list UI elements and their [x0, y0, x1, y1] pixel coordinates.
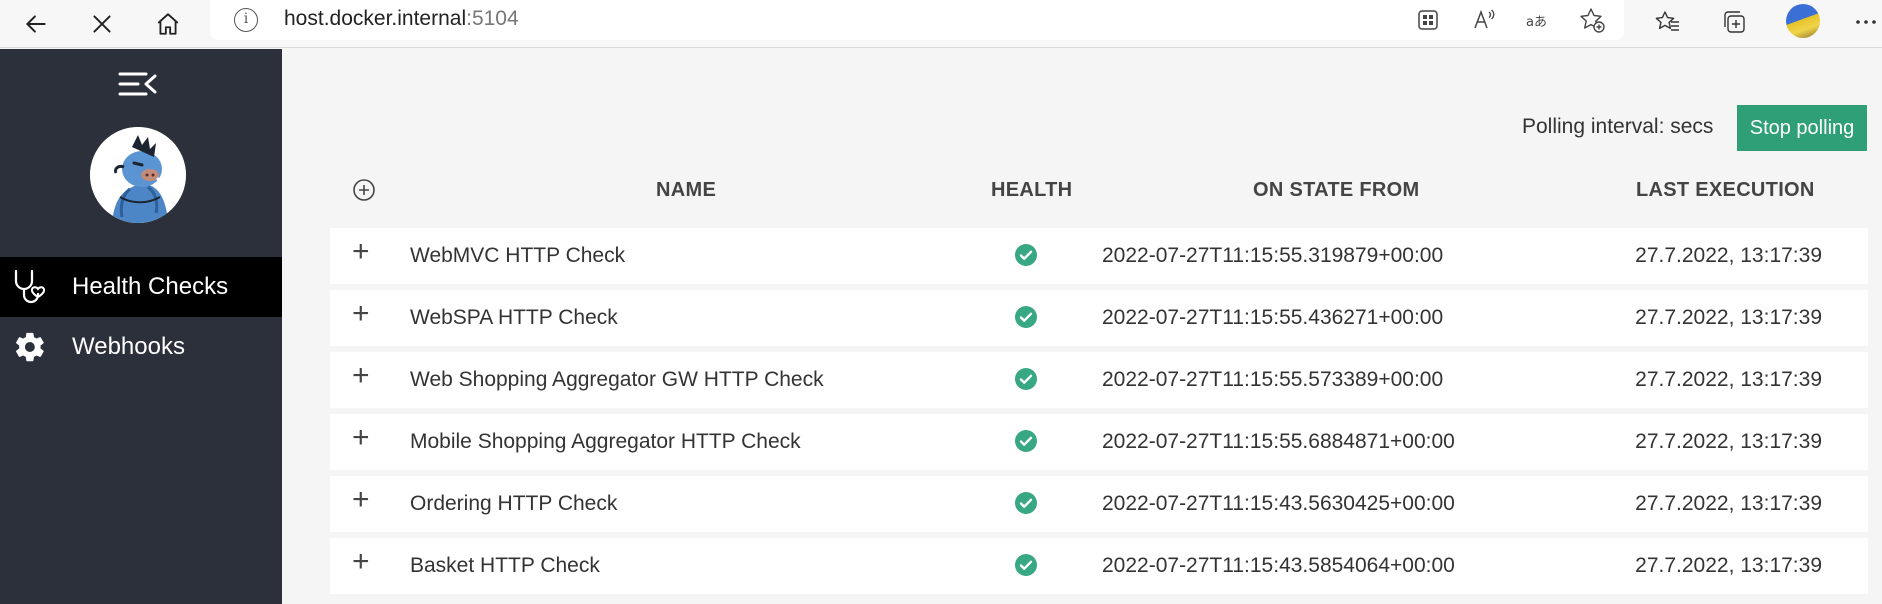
- table-row[interactable]: + Basket HTTP Check 2022-07-27T11:15:43.…: [330, 538, 1868, 594]
- on-state-from-value: 2022-07-27T11:15:55.436271+00:00: [1102, 306, 1444, 329]
- last-execution-value: 27.7.2022, 13:17:39: [1635, 244, 1822, 267]
- favorites-icon: [1655, 11, 1679, 31]
- url-text[interactable]: host.docker.internal:5104: [284, 7, 519, 31]
- add-circle-icon[interactable]: [352, 178, 376, 202]
- stop-polling-button[interactable]: Stop polling: [1737, 105, 1867, 151]
- healthy-check-icon: [1015, 492, 1037, 514]
- collections-button[interactable]: [1718, 6, 1750, 38]
- gear-icon: [10, 327, 50, 367]
- column-header-on-state-from[interactable]: ON STATE FROM: [1253, 179, 1419, 202]
- app-logo: [90, 127, 186, 223]
- check-name: Mobile Shopping Aggregator HTTP Check: [410, 430, 801, 453]
- expand-row-icon[interactable]: +: [352, 547, 370, 577]
- stop-loading-button[interactable]: [82, 4, 122, 44]
- on-state-from-value: 2022-07-27T11:15:55.319879+00:00: [1102, 244, 1444, 267]
- table-row[interactable]: + WebMVC HTTP Check 2022-07-27T11:15:55.…: [330, 228, 1868, 284]
- last-execution-value: 27.7.2022, 13:17:39: [1635, 368, 1822, 391]
- check-name: Web Shopping Aggregator GW HTTP Check: [410, 368, 824, 391]
- healthy-check-icon: [1015, 554, 1037, 576]
- sidebar-item-health-checks[interactable]: Health Checks: [0, 257, 282, 317]
- column-header-name[interactable]: NAME: [656, 179, 716, 202]
- sidebar: Health Checks Webhooks: [0, 49, 282, 604]
- sidebar-item-webhooks[interactable]: Webhooks: [0, 317, 282, 377]
- healthy-check-icon: [1015, 430, 1037, 452]
- on-state-from-value: 2022-07-27T11:15:43.5630425+00:00: [1102, 492, 1455, 515]
- home-button[interactable]: [148, 4, 188, 44]
- home-icon: [157, 13, 179, 35]
- on-state-from-value: 2022-07-27T11:15:55.573389+00:00: [1102, 368, 1444, 391]
- svg-text:aあ: aあ: [1526, 15, 1547, 30]
- stethoscope-icon: [10, 267, 50, 307]
- apps-icon[interactable]: [1414, 6, 1442, 34]
- menu-collapse-icon[interactable]: [118, 68, 158, 100]
- check-name: WebMVC HTTP Check: [410, 244, 626, 267]
- table-row[interactable]: + Mobile Shopping Aggregator HTTP Check …: [330, 414, 1868, 470]
- profile-avatar[interactable]: [1786, 4, 1820, 38]
- collections-icon: [1724, 11, 1745, 33]
- main-content: Polling interval: secs Stop polling NAME…: [282, 49, 1882, 604]
- check-name: Ordering HTTP Check: [410, 492, 618, 515]
- expand-row-icon[interactable]: +: [352, 485, 370, 515]
- read-aloud-icon[interactable]: [1470, 6, 1498, 34]
- column-header-health[interactable]: HEALTH: [991, 179, 1072, 202]
- last-execution-value: 27.7.2022, 13:17:39: [1635, 554, 1822, 577]
- back-arrow-icon: [25, 15, 46, 33]
- expand-row-icon[interactable]: +: [352, 237, 370, 267]
- check-name: Basket HTTP Check: [410, 554, 600, 577]
- close-icon: [93, 15, 111, 33]
- back-button[interactable]: [16, 4, 56, 44]
- table-row[interactable]: + Web Shopping Aggregator GW HTTP Check …: [330, 352, 1868, 408]
- expand-row-icon[interactable]: +: [352, 299, 370, 329]
- column-header-last-execution[interactable]: LAST EXECUTION: [1636, 179, 1815, 202]
- address-bar[interactable]: i host.docker.internal:5104 aあ: [210, 0, 1624, 40]
- on-state-from-value: 2022-07-27T11:15:55.6884871+00:00: [1102, 430, 1455, 453]
- polling-interval-label: Polling interval: secs: [1522, 115, 1714, 138]
- expand-row-icon[interactable]: +: [352, 361, 370, 391]
- check-name: WebSPA HTTP Check: [410, 306, 618, 329]
- add-favorite-icon[interactable]: [1578, 6, 1606, 34]
- favorites-button[interactable]: [1652, 6, 1684, 38]
- last-execution-value: 27.7.2022, 13:17:39: [1635, 430, 1822, 453]
- expand-row-icon[interactable]: +: [352, 423, 370, 453]
- more-dots-icon: [1856, 20, 1876, 24]
- sidebar-item-label: Health Checks: [72, 273, 229, 300]
- mascot-logo-icon: [90, 127, 186, 223]
- healthy-check-icon: [1015, 368, 1037, 390]
- table-row[interactable]: + WebSPA HTTP Check 2022-07-27T11:15:55.…: [330, 290, 1868, 346]
- healthy-check-icon: [1015, 244, 1037, 266]
- last-execution-value: 27.7.2022, 13:17:39: [1635, 306, 1822, 329]
- last-execution-value: 27.7.2022, 13:17:39: [1635, 492, 1822, 515]
- sidebar-item-label: Webhooks: [72, 333, 185, 360]
- translate-icon[interactable]: aあ: [1524, 6, 1552, 34]
- table-row[interactable]: + Ordering HTTP Check 2022-07-27T11:15:4…: [330, 476, 1868, 532]
- browser-toolbar: i host.docker.internal:5104 aあ: [0, 0, 1882, 48]
- site-info-icon[interactable]: i: [234, 8, 258, 32]
- more-menu-button[interactable]: [1850, 6, 1882, 38]
- on-state-from-value: 2022-07-27T11:15:43.5854064+00:00: [1102, 554, 1455, 577]
- healthy-check-icon: [1015, 306, 1037, 328]
